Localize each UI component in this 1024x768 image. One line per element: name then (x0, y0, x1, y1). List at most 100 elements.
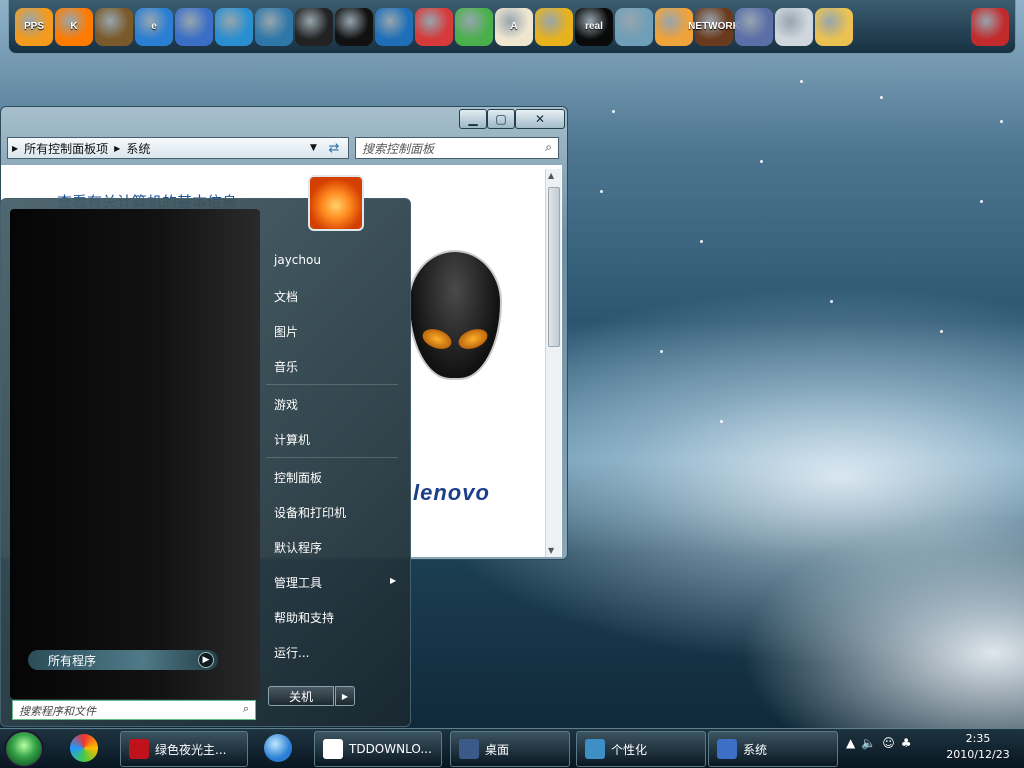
all-programs-button[interactable]: 所有程序 ▶ (28, 650, 218, 670)
shutdown-options-button[interactable]: ▶ (335, 686, 355, 706)
remote-desktop-icon[interactable] (175, 7, 213, 46)
snowflake (720, 420, 723, 423)
clock-date: 2010/12/23 (946, 748, 1010, 761)
address-bar[interactable]: ▶ 所有控制面板项 ▶ 系统 ▼ (7, 137, 349, 159)
clock-time: 2:35 (965, 732, 991, 745)
taskbar-button-label: 绿色夜光主... (155, 742, 227, 757)
start-search-input[interactable]: 搜索程序和文件 ⌕ (12, 700, 256, 720)
snowflake (940, 330, 943, 333)
browser-icon[interactable] (375, 7, 413, 46)
start-item-pictures[interactable]: 图片 (274, 323, 298, 340)
start-item-control-panel[interactable]: 控制面板 (274, 469, 322, 486)
minimize-button[interactable]: ▁ (459, 109, 487, 129)
clock[interactable]: 2:35 2010/12/23 (936, 731, 1020, 763)
alien-eye-left (419, 325, 455, 353)
snowflake (760, 160, 763, 163)
vertical-scrollbar[interactable]: ▲ ▼ (545, 169, 561, 557)
folder-icon[interactable] (815, 7, 853, 46)
qq-tray-icon[interactable]: ♣ (901, 736, 912, 750)
360-safe-icon[interactable] (415, 7, 453, 46)
top-dock: PPS Ke Areal NETWORK (8, 0, 1016, 54)
close-button[interactable]: ✕ (515, 109, 565, 129)
start-item-user[interactable]: jaychou (274, 253, 321, 267)
ie-icon[interactable]: e (135, 7, 173, 46)
refresh-button[interactable]: ⇄ (323, 138, 345, 158)
network-icon[interactable]: NETWORK (688, 7, 740, 46)
show-hidden-icons-icon[interactable]: ▲ (846, 736, 855, 750)
plants-game-icon[interactable] (95, 7, 133, 46)
start-item-default-programs[interactable]: 默认程序 (274, 539, 322, 556)
windows-flag-icon[interactable] (735, 7, 773, 46)
separator (266, 384, 398, 385)
close-icon: ✕ (534, 112, 546, 126)
volume-icon[interactable]: 🔈 (861, 736, 876, 750)
monitor-icon[interactable] (255, 7, 293, 46)
start-item-music[interactable]: 音乐 (274, 358, 298, 375)
start-item-computer[interactable]: 计算机 (274, 431, 310, 448)
user-avatar[interactable] (308, 175, 364, 231)
scrollbar-thumb[interactable] (548, 187, 560, 347)
start-item-games[interactable]: 游戏 (274, 396, 298, 413)
pps-icon[interactable]: PPS (15, 7, 53, 46)
separator (266, 457, 398, 458)
start-menu (0, 198, 411, 727)
maximize-button[interactable]: ▢ (487, 109, 515, 129)
snowflake (1000, 120, 1003, 123)
breadcrumb-current[interactable]: 系统 (126, 140, 150, 157)
feedback-icon[interactable] (215, 7, 253, 46)
alien-eye-right (455, 325, 491, 353)
control-panel-search-input[interactable]: 搜索控制面板 ⌕ (355, 137, 559, 159)
tddownload-icon (323, 739, 343, 759)
search-icon[interactable]: ⌕ (545, 140, 552, 155)
taskbar-btn-opera[interactable]: 绿色夜光主... (120, 731, 248, 767)
scroll-up-icon[interactable]: ▲ (548, 171, 554, 180)
qvod-icon[interactable]: K (55, 7, 93, 46)
snowflake (660, 350, 663, 353)
start-item-run[interactable]: 运行... (274, 644, 309, 661)
water-drop-icon[interactable] (615, 7, 653, 46)
paint-icon[interactable] (535, 7, 573, 46)
search-icon[interactable]: ⌕ (243, 702, 249, 716)
submenu-arrow-icon: ▶ (390, 576, 397, 585)
shutdown-button[interactable]: 关机 (268, 686, 334, 706)
start-button[interactable] (4, 730, 44, 768)
snowflake (830, 300, 833, 303)
taskbar-btn-system[interactable]: 系统 (708, 731, 838, 767)
game-console-icon[interactable] (971, 7, 1009, 46)
solitaire-icon[interactable]: A (495, 7, 533, 46)
realplayer-icon[interactable]: real (575, 7, 613, 46)
all-programs-label: 所有程序 (48, 653, 97, 668)
snowflake (700, 240, 703, 243)
scroll-down-icon[interactable]: ▼ (548, 546, 554, 555)
breadcrumb-arrow-icon: ▶ (114, 143, 121, 153)
breadcrumb-arrow-icon: ▶ (12, 143, 19, 153)
start-item-devices-printers[interactable]: 设备和打印机 (274, 504, 346, 521)
breadcrumb-root[interactable]: 所有控制面板项 (24, 140, 108, 157)
lenovo-logo: lenovo (413, 480, 490, 505)
start-item-documents[interactable]: 文档 (274, 288, 298, 305)
taskbar-btn-personalize[interactable]: 个性化 (576, 731, 706, 767)
refresh-icon: ⇄ (328, 140, 340, 156)
server-icon[interactable] (775, 7, 813, 46)
arrow-right-icon: ▶ (198, 652, 214, 668)
taskbar-button-label: 系统 (743, 742, 768, 757)
messenger-tray-icon[interactable]: ☺ (882, 736, 895, 750)
start-item-help-support[interactable]: 帮助和支持 (274, 609, 334, 626)
snowflake (980, 200, 983, 203)
qq-penguin-icon[interactable] (335, 7, 373, 46)
taskbar-button-label: 桌面 (485, 742, 510, 757)
maximize-icon: ▢ (495, 112, 507, 126)
update-icon[interactable] (455, 7, 493, 46)
snowflake (880, 96, 883, 99)
taskbar-btn-desktop[interactable]: 桌面 (450, 731, 570, 767)
search-placeholder: 搜索程序和文件 (19, 705, 96, 718)
start-item-admin-tools[interactable]: 管理工具 (274, 574, 322, 591)
taskbar-btn-tddownload[interactable]: TDDOWNLO... (314, 731, 442, 767)
media-player-icon[interactable] (70, 734, 98, 762)
desktop-icon (459, 739, 479, 759)
programs-pane (10, 209, 260, 699)
snowflake (800, 80, 803, 83)
sogou-icon[interactable] (295, 7, 333, 46)
chevron-down-icon[interactable]: ▼ (310, 143, 317, 153)
ie-quicklaunch-icon[interactable] (264, 734, 292, 762)
